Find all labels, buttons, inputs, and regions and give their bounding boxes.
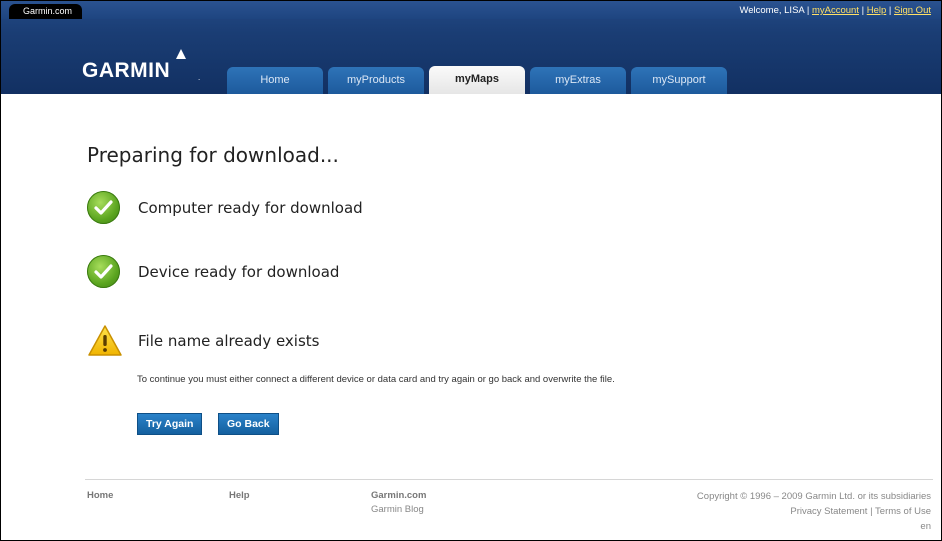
garmin-logo-triangle-icon xyxy=(176,49,186,59)
try-again-button[interactable]: Try Again xyxy=(137,413,203,435)
warning-icon xyxy=(88,325,122,356)
privacy-statement-link[interactable]: Privacy Statement xyxy=(790,506,867,517)
site-header: Garmin.com Welcome, LISA | myAccount | H… xyxy=(1,1,941,94)
top-bar: Garmin.com Welcome, LISA | myAccount | H… xyxy=(1,1,941,19)
footer-garmin-com-link[interactable]: Garmin.com xyxy=(371,489,426,503)
garmin-com-link[interactable]: Garmin.com xyxy=(9,4,83,19)
welcome-text: Welcome, LISA xyxy=(739,5,805,16)
my-account-link[interactable]: myAccount xyxy=(812,5,859,16)
tab-mysupport[interactable]: mySupport xyxy=(631,67,727,94)
footer-help-link[interactable]: Help xyxy=(229,489,250,503)
tab-home[interactable]: Home xyxy=(227,67,323,94)
instruction-message: To continue you must either connect a di… xyxy=(137,374,615,385)
check-icon xyxy=(87,191,120,224)
sign-out-link[interactable]: Sign Out xyxy=(894,5,931,16)
terms-of-use-link[interactable]: Terms of Use xyxy=(875,506,931,517)
footer-legal: Copyright © 1996 – 2009 Garmin Ltd. or i… xyxy=(696,491,931,534)
page-frame: Garmin.com Welcome, LISA | myAccount | H… xyxy=(0,0,942,541)
logo-mark: . xyxy=(198,73,201,82)
footer-garmin-links: Garmin.com Garmin Blog xyxy=(371,489,426,517)
garmin-logo[interactable]: GARMIN xyxy=(82,59,170,83)
footer-home-link[interactable]: Home xyxy=(87,489,113,503)
page-title: Preparing for download... xyxy=(87,143,339,167)
tab-myproducts[interactable]: myProducts xyxy=(328,67,424,94)
status-text: Device ready for download xyxy=(138,263,340,281)
status-text: Computer ready for download xyxy=(138,199,363,217)
check-icon xyxy=(87,255,120,288)
welcome-area: Welcome, LISA | myAccount | Help | Sign … xyxy=(739,5,931,16)
language-link[interactable]: en xyxy=(697,519,931,534)
footer-garmin-blog-link[interactable]: Garmin Blog xyxy=(371,503,426,517)
help-link[interactable]: Help xyxy=(867,5,887,16)
status-text: File name already exists xyxy=(138,332,320,350)
footer-divider xyxy=(85,479,933,480)
go-back-button[interactable]: Go Back xyxy=(218,413,279,435)
tab-myextras[interactable]: myExtras xyxy=(530,67,626,94)
tab-mymaps[interactable]: myMaps xyxy=(429,66,525,94)
copyright-text: Copyright © 1996 – 2009 Garmin Ltd. or i… xyxy=(696,491,931,502)
